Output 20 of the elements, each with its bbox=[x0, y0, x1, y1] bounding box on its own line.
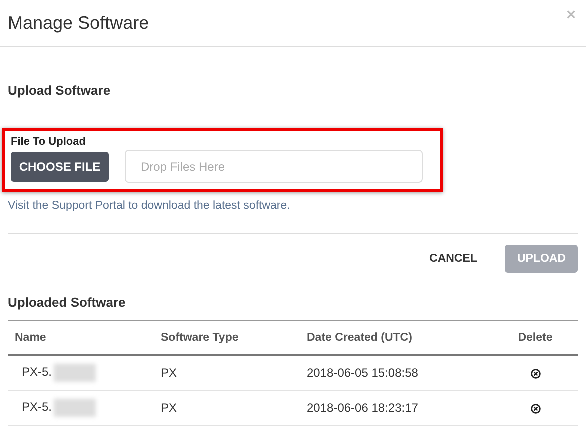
table-cell: PX-5. bbox=[22, 365, 52, 380]
section-heading: Upload Software bbox=[8, 83, 112, 98]
column-header: Delete bbox=[486, 320, 578, 355]
section-heading: Uploaded Software bbox=[8, 295, 127, 310]
column-header: Name bbox=[8, 320, 154, 355]
drop-field[interactable]: Drop Files Here bbox=[125, 150, 423, 183]
table-cell: PX bbox=[154, 355, 300, 390]
delete-icon[interactable] bbox=[530, 368, 540, 379]
table-cell: 2018-06-06 18:23:17 bbox=[300, 390, 486, 426]
table-cell: PX-5. bbox=[22, 400, 52, 414]
table-cell: PX bbox=[154, 390, 300, 426]
column-header: Software Type bbox=[154, 320, 300, 355]
support-link[interactable]: Visit the Support Portal to download the latest software. bbox=[8, 200, 578, 212]
table-cell: 2018-06-05 15:08:58 bbox=[300, 355, 486, 390]
field-label: File To Upload bbox=[11, 136, 87, 148]
column-header: Date Created (UTC) bbox=[300, 320, 486, 355]
dialog-title: Manage Software bbox=[8, 12, 150, 34]
delete-icon[interactable] bbox=[530, 404, 540, 414]
cancel-button[interactable]: CANCEL bbox=[418, 245, 490, 273]
choose-file-button[interactable]: CHOOSE FILE bbox=[11, 152, 109, 182]
